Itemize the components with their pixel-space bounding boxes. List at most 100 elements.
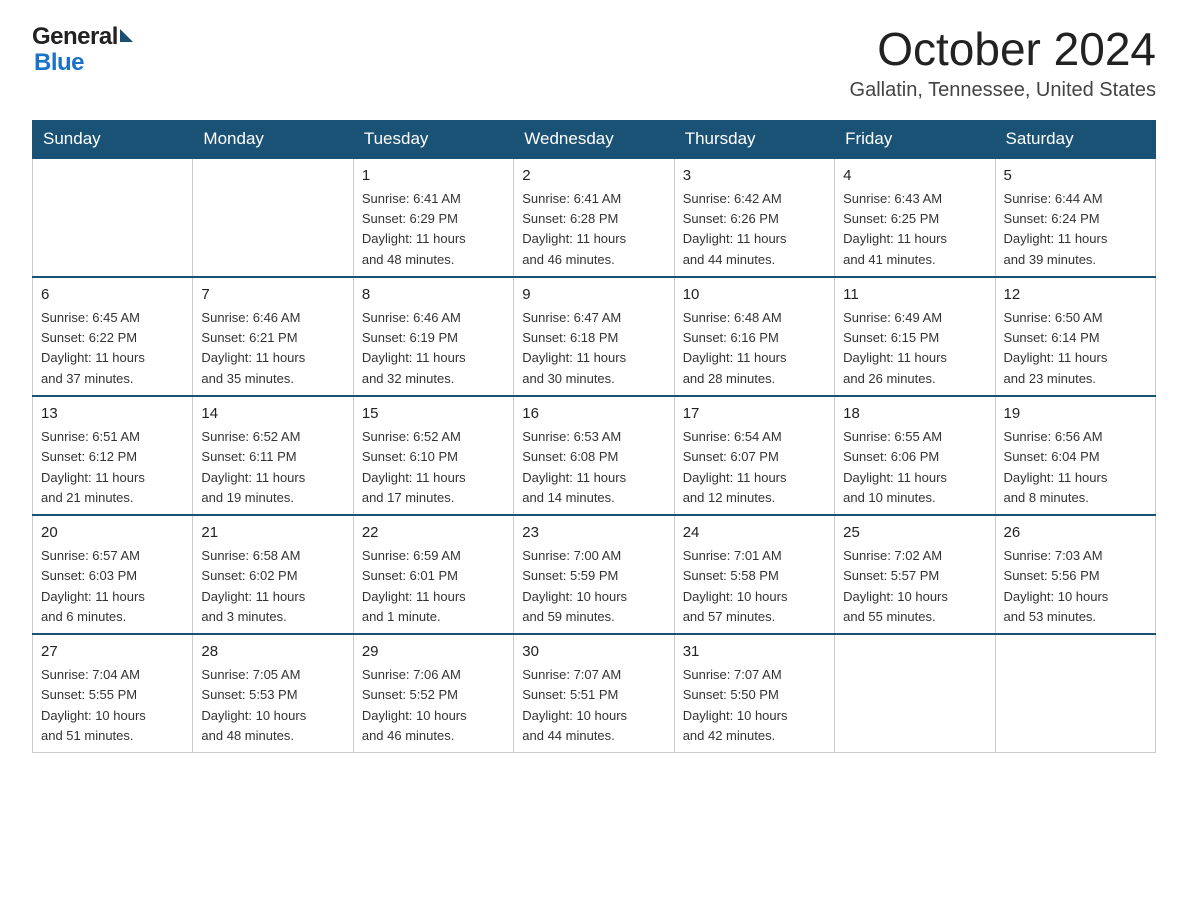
- day-number: 1: [362, 165, 505, 188]
- calendar-cell: 16Sunrise: 6:53 AM Sunset: 6:08 PM Dayli…: [514, 396, 674, 515]
- calendar-cell: 1Sunrise: 6:41 AM Sunset: 6:29 PM Daylig…: [353, 158, 513, 277]
- day-info: Sunrise: 6:57 AM Sunset: 6:03 PM Dayligh…: [41, 546, 184, 627]
- calendar-cell: 7Sunrise: 6:46 AM Sunset: 6:21 PM Daylig…: [193, 277, 353, 396]
- calendar-cell: [835, 634, 995, 753]
- day-info: Sunrise: 7:02 AM Sunset: 5:57 PM Dayligh…: [843, 546, 986, 627]
- calendar-cell: 2Sunrise: 6:41 AM Sunset: 6:28 PM Daylig…: [514, 158, 674, 277]
- day-number: 19: [1004, 403, 1147, 426]
- day-info: Sunrise: 6:52 AM Sunset: 6:10 PM Dayligh…: [362, 427, 505, 508]
- day-number: 21: [201, 522, 344, 545]
- calendar-cell: 10Sunrise: 6:48 AM Sunset: 6:16 PM Dayli…: [674, 277, 834, 396]
- calendar-cell: [33, 158, 193, 277]
- title-section: October 2024 Gallatin, Tennessee, United…: [850, 24, 1156, 102]
- day-number: 3: [683, 165, 826, 188]
- calendar-cell: 6Sunrise: 6:45 AM Sunset: 6:22 PM Daylig…: [33, 277, 193, 396]
- day-info: Sunrise: 6:54 AM Sunset: 6:07 PM Dayligh…: [683, 427, 826, 508]
- day-info: Sunrise: 6:46 AM Sunset: 6:21 PM Dayligh…: [201, 308, 344, 389]
- day-number: 7: [201, 284, 344, 307]
- day-number: 25: [843, 522, 986, 545]
- day-number: 16: [522, 403, 665, 426]
- day-header-tuesday: Tuesday: [353, 120, 513, 158]
- day-info: Sunrise: 6:59 AM Sunset: 6:01 PM Dayligh…: [362, 546, 505, 627]
- logo: General Blue: [32, 24, 135, 77]
- day-info: Sunrise: 7:03 AM Sunset: 5:56 PM Dayligh…: [1004, 546, 1147, 627]
- day-info: Sunrise: 6:49 AM Sunset: 6:15 PM Dayligh…: [843, 308, 986, 389]
- day-info: Sunrise: 7:04 AM Sunset: 5:55 PM Dayligh…: [41, 665, 184, 746]
- day-info: Sunrise: 6:53 AM Sunset: 6:08 PM Dayligh…: [522, 427, 665, 508]
- day-info: Sunrise: 6:51 AM Sunset: 6:12 PM Dayligh…: [41, 427, 184, 508]
- day-number: 11: [843, 284, 986, 307]
- day-number: 26: [1004, 522, 1147, 545]
- day-info: Sunrise: 6:52 AM Sunset: 6:11 PM Dayligh…: [201, 427, 344, 508]
- calendar-cell: 23Sunrise: 7:00 AM Sunset: 5:59 PM Dayli…: [514, 515, 674, 634]
- day-number: 29: [362, 641, 505, 664]
- day-number: 27: [41, 641, 184, 664]
- day-info: Sunrise: 7:06 AM Sunset: 5:52 PM Dayligh…: [362, 665, 505, 746]
- day-info: Sunrise: 6:42 AM Sunset: 6:26 PM Dayligh…: [683, 189, 826, 270]
- logo-arrow-icon: [120, 29, 133, 42]
- day-info: Sunrise: 7:05 AM Sunset: 5:53 PM Dayligh…: [201, 665, 344, 746]
- calendar-cell: 14Sunrise: 6:52 AM Sunset: 6:11 PM Dayli…: [193, 396, 353, 515]
- calendar-cell: 25Sunrise: 7:02 AM Sunset: 5:57 PM Dayli…: [835, 515, 995, 634]
- day-number: 28: [201, 641, 344, 664]
- day-number: 6: [41, 284, 184, 307]
- week-row-2: 6Sunrise: 6:45 AM Sunset: 6:22 PM Daylig…: [33, 277, 1156, 396]
- day-info: Sunrise: 6:48 AM Sunset: 6:16 PM Dayligh…: [683, 308, 826, 389]
- calendar-cell: 15Sunrise: 6:52 AM Sunset: 6:10 PM Dayli…: [353, 396, 513, 515]
- day-info: Sunrise: 6:41 AM Sunset: 6:28 PM Dayligh…: [522, 189, 665, 270]
- calendar-cell: 27Sunrise: 7:04 AM Sunset: 5:55 PM Dayli…: [33, 634, 193, 753]
- day-number: 24: [683, 522, 826, 545]
- calendar-cell: 4Sunrise: 6:43 AM Sunset: 6:25 PM Daylig…: [835, 158, 995, 277]
- day-info: Sunrise: 7:07 AM Sunset: 5:51 PM Dayligh…: [522, 665, 665, 746]
- day-info: Sunrise: 6:46 AM Sunset: 6:19 PM Dayligh…: [362, 308, 505, 389]
- calendar-cell: 31Sunrise: 7:07 AM Sunset: 5:50 PM Dayli…: [674, 634, 834, 753]
- day-header-thursday: Thursday: [674, 120, 834, 158]
- calendar-cell: 26Sunrise: 7:03 AM Sunset: 5:56 PM Dayli…: [995, 515, 1155, 634]
- day-number: 5: [1004, 165, 1147, 188]
- calendar-body: 1Sunrise: 6:41 AM Sunset: 6:29 PM Daylig…: [33, 158, 1156, 753]
- day-info: Sunrise: 7:01 AM Sunset: 5:58 PM Dayligh…: [683, 546, 826, 627]
- day-info: Sunrise: 6:55 AM Sunset: 6:06 PM Dayligh…: [843, 427, 986, 508]
- calendar-cell: [193, 158, 353, 277]
- day-info: Sunrise: 6:44 AM Sunset: 6:24 PM Dayligh…: [1004, 189, 1147, 270]
- calendar-cell: 20Sunrise: 6:57 AM Sunset: 6:03 PM Dayli…: [33, 515, 193, 634]
- calendar-cell: 5Sunrise: 6:44 AM Sunset: 6:24 PM Daylig…: [995, 158, 1155, 277]
- day-number: 15: [362, 403, 505, 426]
- calendar-cell: 11Sunrise: 6:49 AM Sunset: 6:15 PM Dayli…: [835, 277, 995, 396]
- day-info: Sunrise: 6:50 AM Sunset: 6:14 PM Dayligh…: [1004, 308, 1147, 389]
- day-number: 2: [522, 165, 665, 188]
- calendar-cell: 19Sunrise: 6:56 AM Sunset: 6:04 PM Dayli…: [995, 396, 1155, 515]
- day-number: 22: [362, 522, 505, 545]
- day-header-friday: Friday: [835, 120, 995, 158]
- day-info: Sunrise: 6:43 AM Sunset: 6:25 PM Dayligh…: [843, 189, 986, 270]
- calendar-cell: 30Sunrise: 7:07 AM Sunset: 5:51 PM Dayli…: [514, 634, 674, 753]
- day-info: Sunrise: 6:56 AM Sunset: 6:04 PM Dayligh…: [1004, 427, 1147, 508]
- day-number: 9: [522, 284, 665, 307]
- week-row-1: 1Sunrise: 6:41 AM Sunset: 6:29 PM Daylig…: [33, 158, 1156, 277]
- day-number: 4: [843, 165, 986, 188]
- calendar-cell: 18Sunrise: 6:55 AM Sunset: 6:06 PM Dayli…: [835, 396, 995, 515]
- calendar-cell: 3Sunrise: 6:42 AM Sunset: 6:26 PM Daylig…: [674, 158, 834, 277]
- calendar-cell: 17Sunrise: 6:54 AM Sunset: 6:07 PM Dayli…: [674, 396, 834, 515]
- day-number: 17: [683, 403, 826, 426]
- header-row: SundayMondayTuesdayWednesdayThursdayFrid…: [33, 120, 1156, 158]
- calendar-cell: 21Sunrise: 6:58 AM Sunset: 6:02 PM Dayli…: [193, 515, 353, 634]
- calendar-cell: 29Sunrise: 7:06 AM Sunset: 5:52 PM Dayli…: [353, 634, 513, 753]
- week-row-5: 27Sunrise: 7:04 AM Sunset: 5:55 PM Dayli…: [33, 634, 1156, 753]
- calendar-header: SundayMondayTuesdayWednesdayThursdayFrid…: [33, 120, 1156, 158]
- calendar-cell: 28Sunrise: 7:05 AM Sunset: 5:53 PM Dayli…: [193, 634, 353, 753]
- day-header-wednesday: Wednesday: [514, 120, 674, 158]
- day-number: 14: [201, 403, 344, 426]
- day-number: 12: [1004, 284, 1147, 307]
- day-info: Sunrise: 7:00 AM Sunset: 5:59 PM Dayligh…: [522, 546, 665, 627]
- calendar-cell: 22Sunrise: 6:59 AM Sunset: 6:01 PM Dayli…: [353, 515, 513, 634]
- day-number: 31: [683, 641, 826, 664]
- day-number: 23: [522, 522, 665, 545]
- day-info: Sunrise: 6:45 AM Sunset: 6:22 PM Dayligh…: [41, 308, 184, 389]
- calendar-cell: 8Sunrise: 6:46 AM Sunset: 6:19 PM Daylig…: [353, 277, 513, 396]
- week-row-3: 13Sunrise: 6:51 AM Sunset: 6:12 PM Dayli…: [33, 396, 1156, 515]
- day-number: 18: [843, 403, 986, 426]
- calendar-cell: 24Sunrise: 7:01 AM Sunset: 5:58 PM Dayli…: [674, 515, 834, 634]
- day-number: 13: [41, 403, 184, 426]
- day-info: Sunrise: 6:58 AM Sunset: 6:02 PM Dayligh…: [201, 546, 344, 627]
